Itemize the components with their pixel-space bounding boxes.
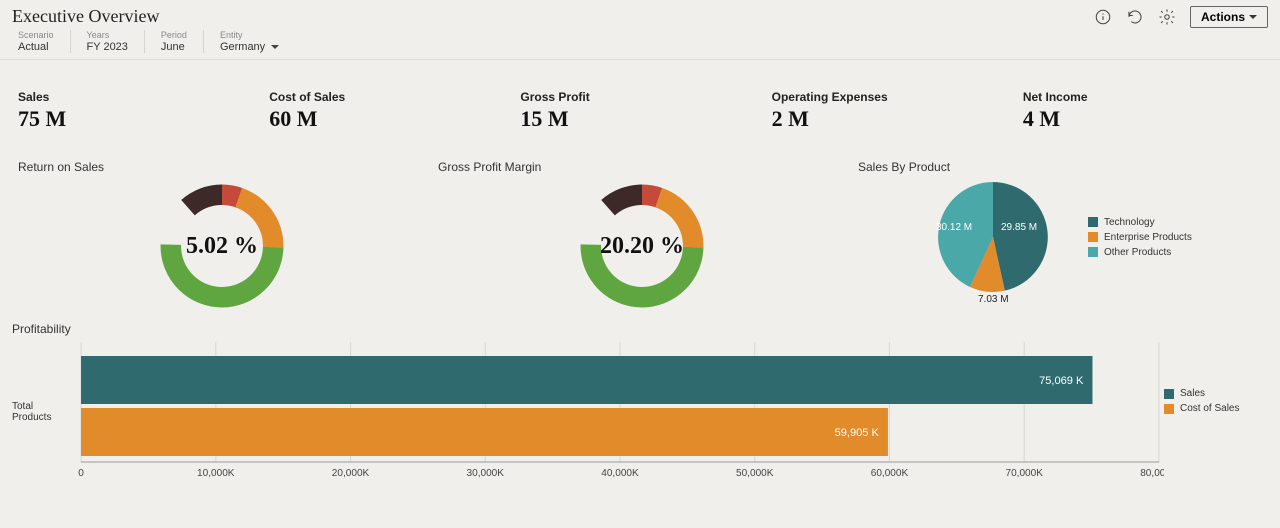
pov-scenario[interactable]: Scenario Actual (14, 30, 71, 53)
chart-return-on-sales: Return on Sales 5.02 % (12, 160, 432, 310)
refresh-icon[interactable] (1126, 8, 1144, 26)
kpi-value: 60 M (269, 106, 508, 132)
legend-swatch (1164, 404, 1174, 414)
pov-label: Period (161, 30, 187, 41)
legend-item: Technology (1088, 217, 1192, 228)
kpi-row: Sales 75 M Cost of Sales 60 M Gross Prof… (0, 60, 1280, 142)
legend: Technology Enterprise Products Other Pro… (1088, 217, 1192, 258)
axis-tick: 0 (78, 468, 84, 479)
bar-value-label: 75,069 K (1039, 375, 1084, 387)
legend-item: Enterprise Products (1088, 232, 1192, 243)
legend-label: Other Products (1104, 247, 1171, 258)
legend: Sales Cost of Sales (1164, 342, 1268, 482)
legend-item: Other Products (1088, 247, 1192, 258)
axis-tick: 80,000K (1140, 468, 1164, 479)
pov-value: FY 2023 (87, 41, 128, 53)
pov-label: Entity (220, 30, 279, 41)
legend-swatch (1088, 232, 1098, 242)
actions-label: Actions (1201, 10, 1245, 24)
axis-tick: 10,000K (197, 468, 235, 479)
axis-tick: 30,000K (467, 468, 505, 479)
kpi-label: Gross Profit (520, 90, 759, 104)
axis-tick: 70,000K (1005, 468, 1043, 479)
pov-label: Scenario (18, 30, 54, 41)
legend-label: Cost of Sales (1180, 403, 1239, 414)
chart-gross-profit-margin: Gross Profit Margin 20.20 % (432, 160, 852, 310)
kpi-label: Operating Expenses (772, 90, 1011, 104)
chart-title: Profitability (12, 322, 1268, 336)
chart-title: Gross Profit Margin (438, 160, 846, 174)
axis-tick: 50,000K (736, 468, 774, 479)
gear-icon[interactable] (1158, 8, 1176, 26)
y-category-label: Total Products (12, 342, 76, 482)
chevron-down-icon (1249, 15, 1257, 19)
bar-plot: 75,069 K 59,905 K 0 10,000K 20,000K 30,0… (76, 342, 1164, 482)
legend-label: Technology (1104, 217, 1155, 228)
kpi-value: 2 M (772, 106, 1011, 132)
pov-entity-text: Germany (220, 41, 265, 53)
kpi-operating-expenses: Operating Expenses 2 M (766, 90, 1017, 132)
pov-period[interactable]: Period June (145, 30, 204, 53)
legend-item: Sales (1164, 388, 1268, 399)
legend-label: Enterprise Products (1104, 232, 1192, 243)
kpi-net-income: Net Income 4 M (1017, 90, 1268, 132)
kpi-cost-of-sales: Cost of Sales 60 M (263, 90, 514, 132)
legend-swatch (1088, 247, 1098, 257)
donut-center-value: 5.02 % (158, 182, 286, 310)
chart-sales-by-product: Sales By Product 29.85 M 30.12 M 7.03 M (852, 160, 1268, 310)
pie-slice-label: 30.12 M (936, 222, 972, 233)
axis-tick: 40,000K (601, 468, 639, 479)
info-icon[interactable] (1094, 8, 1112, 26)
donut-gross-profit-margin: 20.20 % (578, 182, 706, 310)
pov-bar: Scenario Actual Years FY 2023 Period Jun… (0, 28, 1280, 60)
axis-tick: 20,000K (332, 468, 370, 479)
pov-value: Actual (18, 41, 54, 53)
pie-slice-label: 29.85 M (1001, 222, 1037, 233)
charts-row: Return on Sales 5.02 % Gross Profit Marg… (0, 142, 1280, 314)
kpi-label: Net Income (1023, 90, 1262, 104)
donut-center-value: 20.20 % (578, 182, 706, 310)
chart-title: Sales By Product (858, 160, 1262, 174)
legend-label: Sales (1180, 388, 1205, 399)
kpi-label: Cost of Sales (269, 90, 508, 104)
chevron-down-icon (271, 45, 279, 49)
kpi-value: 15 M (520, 106, 759, 132)
kpi-sales: Sales 75 M (12, 90, 263, 132)
bar-cost-of-sales (81, 408, 888, 456)
kpi-value: 75 M (18, 106, 257, 132)
pie-slice-label: 7.03 M (978, 294, 1009, 305)
kpi-value: 4 M (1023, 106, 1262, 132)
pov-years[interactable]: Years FY 2023 (71, 30, 145, 53)
pov-label: Years (87, 30, 128, 41)
page-title: Executive Overview (12, 6, 159, 27)
pie-sales-by-product: 29.85 M 30.12 M 7.03 M (938, 182, 1048, 292)
chart-title: Return on Sales (18, 160, 426, 174)
axis-tick: 60,000K (871, 468, 909, 479)
kpi-gross-profit: Gross Profit 15 M (514, 90, 765, 132)
legend-swatch (1164, 389, 1174, 399)
pov-value: June (161, 41, 187, 53)
kpi-label: Sales (18, 90, 257, 104)
actions-button[interactable]: Actions (1190, 6, 1268, 28)
bar-value-label: 59,905 K (835, 427, 880, 439)
donut-return-on-sales: 5.02 % (158, 182, 286, 310)
bar-sales (81, 356, 1092, 404)
header-actions: Actions (1094, 6, 1268, 28)
legend-item: Cost of Sales (1164, 403, 1268, 414)
pov-entity[interactable]: Entity Germany (204, 30, 295, 53)
pov-value: Germany (220, 41, 279, 53)
chart-profitability: Profitability Total Products 75,069 K (0, 314, 1280, 482)
legend-swatch (1088, 217, 1098, 227)
